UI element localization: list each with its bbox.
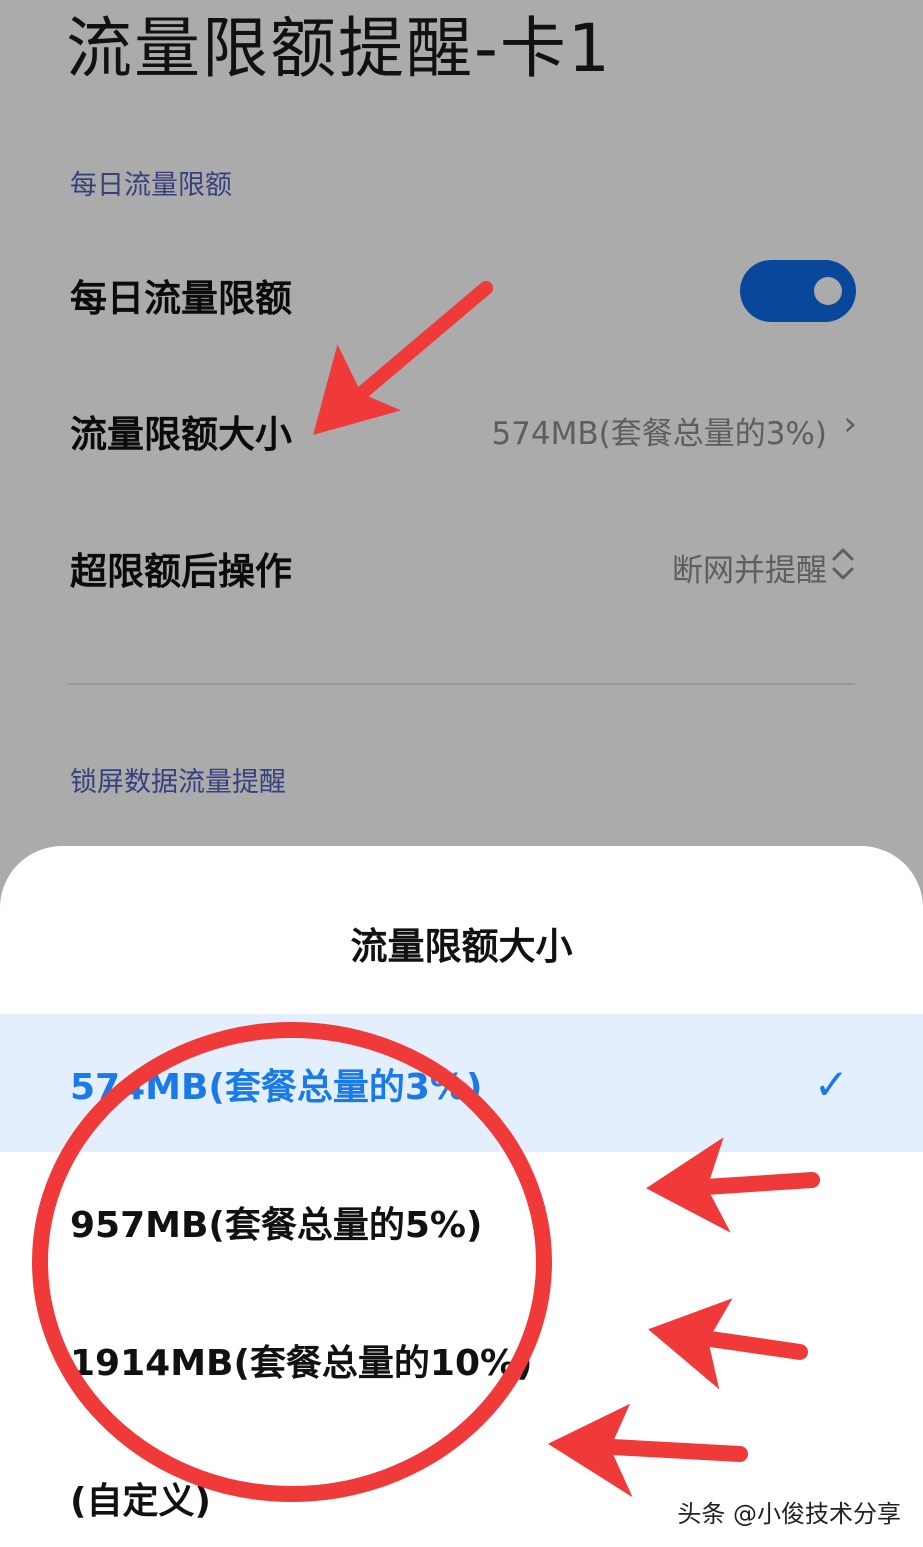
watermark: 头条 @小俊技术分享 — [677, 1500, 901, 1528]
option-1914mb[interactable]: 1914MB(套餐总量的10%) — [0, 1290, 923, 1428]
option-label: (自定义) — [70, 1481, 211, 1522]
option-957mb[interactable]: 957MB(套餐总量的5%) — [0, 1152, 923, 1290]
check-icon: ✓ — [813, 1060, 849, 1109]
sheet-title: 流量限额大小 — [350, 925, 573, 968]
option-label: 574MB(套餐总量的3%) — [70, 1067, 483, 1108]
option-label: 957MB(套餐总量的5%) — [70, 1205, 483, 1246]
option-custom[interactable]: (自定义) — [0, 1428, 923, 1547]
option-574mb[interactable]: 574MB(套餐总量的3%) ✓ — [0, 1014, 923, 1152]
limit-size-sheet: 流量限额大小 574MB(套餐总量的3%) ✓ 957MB(套餐总量的5%) 1… — [0, 846, 923, 1547]
option-label: 1914MB(套餐总量的10%) — [70, 1343, 533, 1384]
